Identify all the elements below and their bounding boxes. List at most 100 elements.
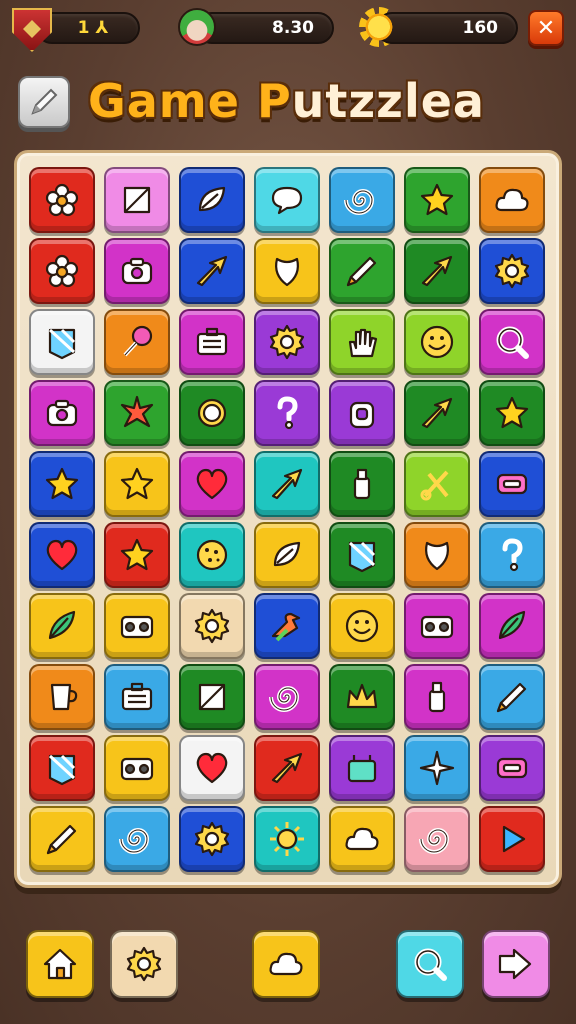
tile-r10-c2[interactable] bbox=[104, 806, 170, 872]
tile-r4-c2[interactable] bbox=[104, 380, 170, 446]
tile-r5-c4[interactable] bbox=[254, 451, 320, 517]
radio-icon bbox=[420, 615, 454, 639]
pencil-icon bbox=[346, 256, 377, 287]
tile-r2-c5[interactable] bbox=[329, 238, 395, 304]
tile-r5-c3[interactable] bbox=[179, 451, 245, 517]
tile-r8-c5[interactable] bbox=[329, 664, 395, 730]
pencil-icon bbox=[46, 824, 77, 855]
tile-r1-c4[interactable] bbox=[254, 167, 320, 233]
tile-r8-c7[interactable] bbox=[479, 664, 545, 730]
tile-r8-c3[interactable] bbox=[179, 664, 245, 730]
question-icon bbox=[277, 396, 298, 430]
pencil-icon bbox=[496, 682, 527, 713]
question-icon bbox=[502, 538, 523, 572]
search-button[interactable] bbox=[396, 930, 464, 998]
tile-r10-c4[interactable] bbox=[254, 806, 320, 872]
tile-r6-c3[interactable] bbox=[179, 522, 245, 588]
hint-button[interactable] bbox=[252, 930, 320, 998]
tile-r1-c5[interactable] bbox=[329, 167, 395, 233]
gem-icon bbox=[348, 541, 376, 573]
tile-r9-c7[interactable] bbox=[479, 735, 545, 801]
tile-r3-c7[interactable] bbox=[479, 309, 545, 375]
tile-r3-c6[interactable] bbox=[404, 309, 470, 375]
tile-r4-c3[interactable] bbox=[179, 380, 245, 446]
tile-r5-c6[interactable] bbox=[404, 451, 470, 517]
tile-r8-c1[interactable] bbox=[29, 664, 95, 730]
gem-icon bbox=[48, 328, 76, 360]
tile-r3-c3[interactable] bbox=[179, 309, 245, 375]
settings-button[interactable] bbox=[110, 930, 178, 998]
tile-r5-c5[interactable] bbox=[329, 451, 395, 517]
tile-r9-c5[interactable] bbox=[329, 735, 395, 801]
tile-r3-c4[interactable] bbox=[254, 309, 320, 375]
gear-icon bbox=[126, 946, 162, 982]
tile-r9-c1[interactable] bbox=[29, 735, 95, 801]
gear-icon bbox=[194, 821, 230, 857]
tile-r6-c5[interactable] bbox=[329, 522, 395, 588]
tile-r7-c3[interactable] bbox=[179, 593, 245, 659]
tile-r4-c6[interactable] bbox=[404, 380, 470, 446]
feather-icon bbox=[48, 610, 76, 640]
tile-r1-c1[interactable] bbox=[29, 167, 95, 233]
tile-r7-c1[interactable] bbox=[29, 593, 95, 659]
tile-r4-c1[interactable] bbox=[29, 380, 95, 446]
tile-r2-c6[interactable] bbox=[404, 238, 470, 304]
tile-r8-c6[interactable] bbox=[404, 664, 470, 730]
tile-r2-c2[interactable] bbox=[104, 238, 170, 304]
tile-r10-c3[interactable] bbox=[179, 806, 245, 872]
tile-r5-c7[interactable] bbox=[479, 451, 545, 517]
gear-icon bbox=[494, 253, 530, 289]
tile-r6-c2[interactable] bbox=[104, 522, 170, 588]
flower-icon bbox=[45, 254, 79, 288]
cookie-icon bbox=[196, 539, 228, 571]
ring-icon bbox=[197, 398, 227, 428]
close-button[interactable]: ✕ bbox=[528, 10, 564, 46]
tile-r10-c7[interactable] bbox=[479, 806, 545, 872]
tile-r6-c7[interactable] bbox=[479, 522, 545, 588]
next-button[interactable] bbox=[482, 930, 550, 998]
tile-r2-c4[interactable] bbox=[254, 238, 320, 304]
tile-r5-c2[interactable] bbox=[104, 451, 170, 517]
tile-r10-c1[interactable] bbox=[29, 806, 95, 872]
tile-r2-c3[interactable] bbox=[179, 238, 245, 304]
coins-counter: 160 bbox=[376, 12, 518, 44]
heart-icon bbox=[46, 539, 78, 571]
tile-r6-c1[interactable] bbox=[29, 522, 95, 588]
tile-r10-c6[interactable] bbox=[404, 806, 470, 872]
tile-r4-c7[interactable] bbox=[479, 380, 545, 446]
tile-r4-c5[interactable] bbox=[329, 380, 395, 446]
tile-r7-c4[interactable] bbox=[254, 593, 320, 659]
tile-r1-c2[interactable] bbox=[104, 167, 170, 233]
swirl-icon bbox=[419, 828, 450, 854]
tile-r9-c4[interactable] bbox=[254, 735, 320, 801]
tile-r4-c4[interactable] bbox=[254, 380, 320, 446]
tile-r3-c5[interactable] bbox=[329, 309, 395, 375]
arrow-icon bbox=[421, 397, 453, 429]
tile-r10-c5[interactable] bbox=[329, 806, 395, 872]
tile-r1-c7[interactable] bbox=[479, 167, 545, 233]
tile-r7-c2[interactable] bbox=[104, 593, 170, 659]
tile-r5-c1[interactable] bbox=[29, 451, 95, 517]
edit-button[interactable] bbox=[18, 76, 70, 128]
tile-r7-c7[interactable] bbox=[479, 593, 545, 659]
tile-r1-c3[interactable] bbox=[179, 167, 245, 233]
tile-r9-c2[interactable] bbox=[104, 735, 170, 801]
tile-r8-c2[interactable] bbox=[104, 664, 170, 730]
gear-icon bbox=[194, 608, 230, 644]
tile-r2-c7[interactable] bbox=[479, 238, 545, 304]
tile-r7-c6[interactable] bbox=[404, 593, 470, 659]
tile-r3-c2[interactable] bbox=[104, 309, 170, 375]
tile-r9-c3[interactable] bbox=[179, 735, 245, 801]
tile-r9-c6[interactable] bbox=[404, 735, 470, 801]
tile-r7-c5[interactable] bbox=[329, 593, 395, 659]
tile-r6-c6[interactable] bbox=[404, 522, 470, 588]
home-button[interactable] bbox=[26, 930, 94, 998]
tile-r6-c4[interactable] bbox=[254, 522, 320, 588]
tile-r1-c6[interactable] bbox=[404, 167, 470, 233]
tile-r2-c1[interactable] bbox=[29, 238, 95, 304]
tile-r8-c4[interactable] bbox=[254, 664, 320, 730]
star-icon bbox=[120, 467, 154, 500]
smiley-icon bbox=[420, 325, 454, 359]
radio-icon bbox=[120, 757, 154, 781]
tile-r3-c1[interactable] bbox=[29, 309, 95, 375]
